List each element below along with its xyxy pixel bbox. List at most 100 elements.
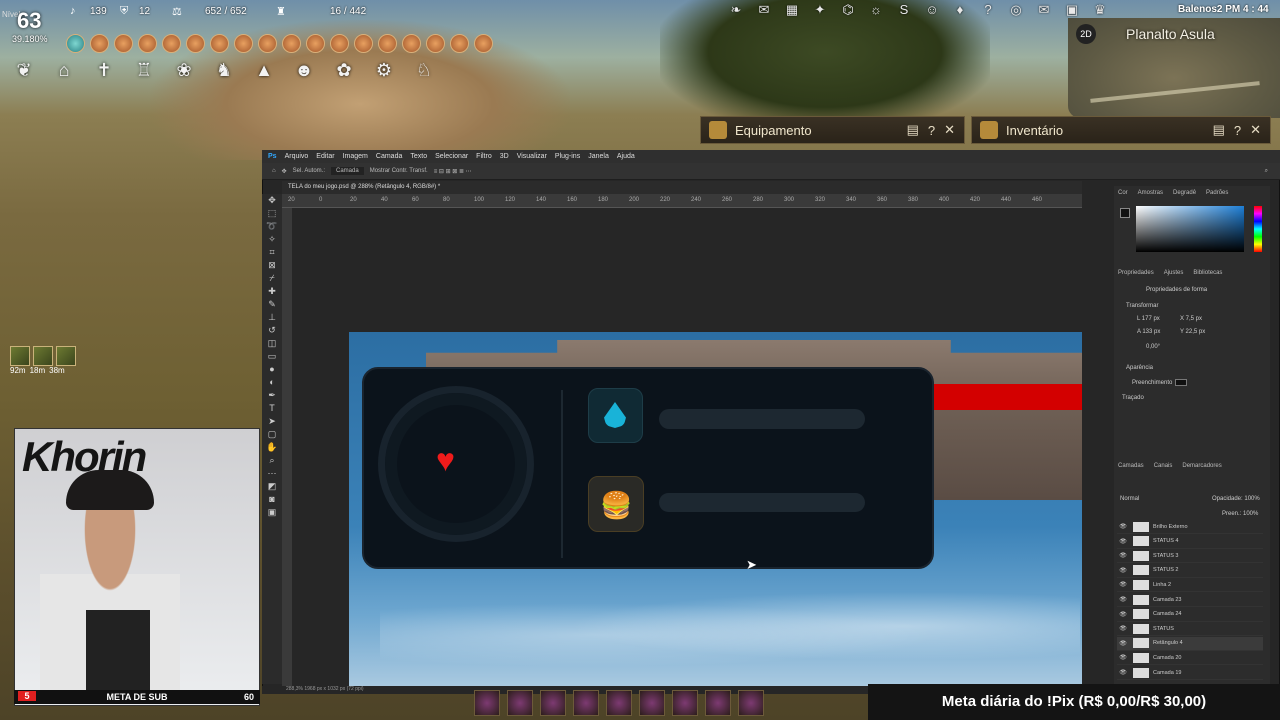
leaf-icon[interactable]: ❧ bbox=[728, 2, 744, 18]
quick-mask-icon[interactable]: ◙ bbox=[262, 493, 282, 506]
menu-item[interactable]: Plug-ins bbox=[555, 153, 580, 160]
help-icon[interactable]: ? bbox=[980, 2, 996, 18]
tab-libraries[interactable]: Bibliotecas bbox=[1193, 270, 1222, 276]
tent-icon[interactable]: ▲ bbox=[252, 58, 276, 82]
menu-item[interactable]: Editar bbox=[316, 153, 334, 160]
path-select-icon[interactable]: ➤ bbox=[262, 415, 282, 428]
paw-icon[interactable]: ❀ bbox=[172, 58, 196, 82]
horse-head-icon[interactable]: ♘ bbox=[412, 58, 436, 82]
layer-row[interactable]: 👁 Camada 19 bbox=[1117, 666, 1263, 680]
layer-row[interactable]: 👁 Retângulo 4 bbox=[1117, 636, 1263, 651]
buff-icon[interactable] bbox=[378, 34, 397, 53]
house-icon[interactable]: ⌂ bbox=[52, 58, 76, 82]
type-tool-icon[interactable]: T bbox=[262, 402, 282, 415]
dodge-tool-icon[interactable]: ◐ bbox=[262, 376, 282, 389]
menu-item[interactable]: Camada bbox=[376, 153, 402, 160]
visibility-eye-icon[interactable]: 👁 bbox=[1117, 538, 1129, 545]
buff-icon[interactable] bbox=[162, 34, 181, 53]
visibility-eye-icon[interactable]: 👁 bbox=[1117, 669, 1129, 676]
angle-field[interactable]: 0,00° bbox=[1146, 344, 1160, 350]
castle-icon[interactable]: ♖ bbox=[132, 58, 156, 82]
move-tool-icon[interactable]: ✥ bbox=[282, 168, 287, 175]
magic-wand-icon[interactable]: ✧ bbox=[262, 233, 282, 246]
document-icon[interactable]: ▤ bbox=[907, 122, 919, 138]
document-tab[interactable]: TELA do meu jogo.psd @ 288% (Retângulo 4… bbox=[282, 181, 1082, 194]
help-icon[interactable]: ? bbox=[928, 123, 935, 138]
frame-tool-icon[interactable]: ⊠ bbox=[262, 259, 282, 272]
visibility-eye-icon[interactable]: 👁 bbox=[1117, 625, 1129, 632]
menu-item[interactable]: Janela bbox=[588, 153, 609, 160]
envelope-icon[interactable]: ✉ bbox=[756, 2, 772, 18]
visibility-eye-icon[interactable]: 👁 bbox=[1117, 552, 1129, 559]
visibility-eye-icon[interactable]: 👁 bbox=[1117, 596, 1129, 603]
color-swatches[interactable]: ◩ bbox=[262, 480, 282, 493]
stamp-tool-icon[interactable]: ⊥ bbox=[262, 311, 282, 324]
buff-icon[interactable] bbox=[10, 346, 30, 366]
history-brush-icon[interactable]: ↺ bbox=[262, 324, 282, 337]
buff-icon[interactable] bbox=[354, 34, 373, 53]
butterfly-icon[interactable]: ✿ bbox=[332, 58, 356, 82]
tab-gradient[interactable]: Degradê bbox=[1173, 190, 1196, 196]
buff-icon[interactable] bbox=[258, 34, 277, 53]
buff-icon[interactable] bbox=[114, 34, 133, 53]
show-transform-checkbox[interactable]: Mostrar Contr. Transf. bbox=[370, 168, 428, 174]
potion-icon[interactable]: ♦ bbox=[952, 2, 968, 18]
auto-select-checkbox[interactable]: Sel. Autom.: bbox=[293, 168, 325, 174]
buff-icon[interactable] bbox=[306, 34, 325, 53]
tab-paths[interactable]: Demarcadores bbox=[1182, 463, 1221, 469]
buff-icon[interactable] bbox=[210, 34, 229, 53]
visibility-eye-icon[interactable]: 👁 bbox=[1117, 640, 1129, 647]
marquee-tool-icon[interactable]: ⬚ bbox=[262, 207, 282, 220]
menu-item[interactable]: Ajuda bbox=[617, 153, 635, 160]
tab-layers[interactable]: Camadas bbox=[1118, 463, 1144, 469]
buff-icon[interactable] bbox=[66, 34, 85, 53]
horse-icon[interactable]: ♞ bbox=[212, 58, 236, 82]
skill-slot[interactable] bbox=[540, 690, 566, 716]
map-icon[interactable]: ▦ bbox=[784, 2, 800, 18]
buff-icon[interactable] bbox=[330, 34, 349, 53]
x-field[interactable]: X 7,5 px bbox=[1180, 316, 1202, 322]
fill-swatch[interactable] bbox=[1175, 379, 1187, 386]
layer-row[interactable]: 👁 Camada 20 bbox=[1117, 651, 1263, 666]
visibility-eye-icon[interactable]: 👁 bbox=[1117, 523, 1129, 530]
eyedropper-icon[interactable]: ⌿ bbox=[262, 272, 282, 285]
target-icon[interactable]: ◎ bbox=[1008, 2, 1024, 18]
buff-icon[interactable] bbox=[474, 34, 493, 53]
visibility-eye-icon[interactable]: 👁 bbox=[1117, 581, 1129, 588]
menu-item[interactable]: Texto bbox=[410, 153, 427, 160]
crop-tool-icon[interactable]: ⌗ bbox=[262, 246, 282, 259]
more-tools-icon[interactable]: ⋯ bbox=[262, 467, 282, 480]
move-tool-icon[interactable]: ✥ bbox=[262, 194, 282, 207]
skill-slot[interactable] bbox=[573, 690, 599, 716]
equipment-panel-header[interactable]: Equipamento ▤ ? ✕ bbox=[700, 116, 965, 144]
visibility-eye-icon[interactable]: 👁 bbox=[1117, 611, 1129, 618]
buff-icon[interactable] bbox=[450, 34, 469, 53]
skill-slot[interactable] bbox=[474, 690, 500, 716]
hue-slider[interactable] bbox=[1254, 206, 1262, 252]
sun-icon[interactable]: ☼ bbox=[868, 2, 884, 18]
menu-item[interactable]: 3D bbox=[500, 153, 509, 160]
tab-patterns[interactable]: Padrões bbox=[1206, 190, 1228, 196]
eraser-tool-icon[interactable]: ◫ bbox=[262, 337, 282, 350]
cross-icon[interactable]: ✝ bbox=[92, 58, 116, 82]
minimap-mode-button[interactable]: 2D bbox=[1076, 24, 1096, 44]
ps-logo[interactable]: Ps bbox=[268, 153, 277, 160]
inventory-panel-header[interactable]: Inventário ▤ ? ✕ bbox=[971, 116, 1271, 144]
tab-color[interactable]: Cor bbox=[1118, 190, 1128, 196]
skill-slot[interactable] bbox=[507, 690, 533, 716]
shape-tool-icon[interactable]: ▢ bbox=[262, 428, 282, 441]
width-field[interactable]: L 177 px bbox=[1137, 316, 1160, 322]
menu-item[interactable]: Arquivo bbox=[285, 153, 309, 160]
tab-channels[interactable]: Canais bbox=[1154, 463, 1173, 469]
layer-row[interactable]: 👁 STATUS 4 bbox=[1117, 535, 1263, 549]
skill-slot[interactable] bbox=[672, 690, 698, 716]
height-field[interactable]: A 133 px bbox=[1137, 329, 1160, 335]
foreground-swatch[interactable] bbox=[1120, 208, 1130, 218]
home-icon[interactable]: ⌂ bbox=[272, 168, 276, 174]
blur-tool-icon[interactable]: ● bbox=[262, 363, 282, 376]
lasso-tool-icon[interactable]: ➰ bbox=[262, 220, 282, 233]
skill-slot[interactable] bbox=[738, 690, 764, 716]
layer-row[interactable]: 👁 Camada 24 bbox=[1117, 608, 1263, 622]
star-icon[interactable]: ✦ bbox=[812, 2, 828, 18]
wing-icon[interactable]: ❦ bbox=[12, 58, 36, 82]
